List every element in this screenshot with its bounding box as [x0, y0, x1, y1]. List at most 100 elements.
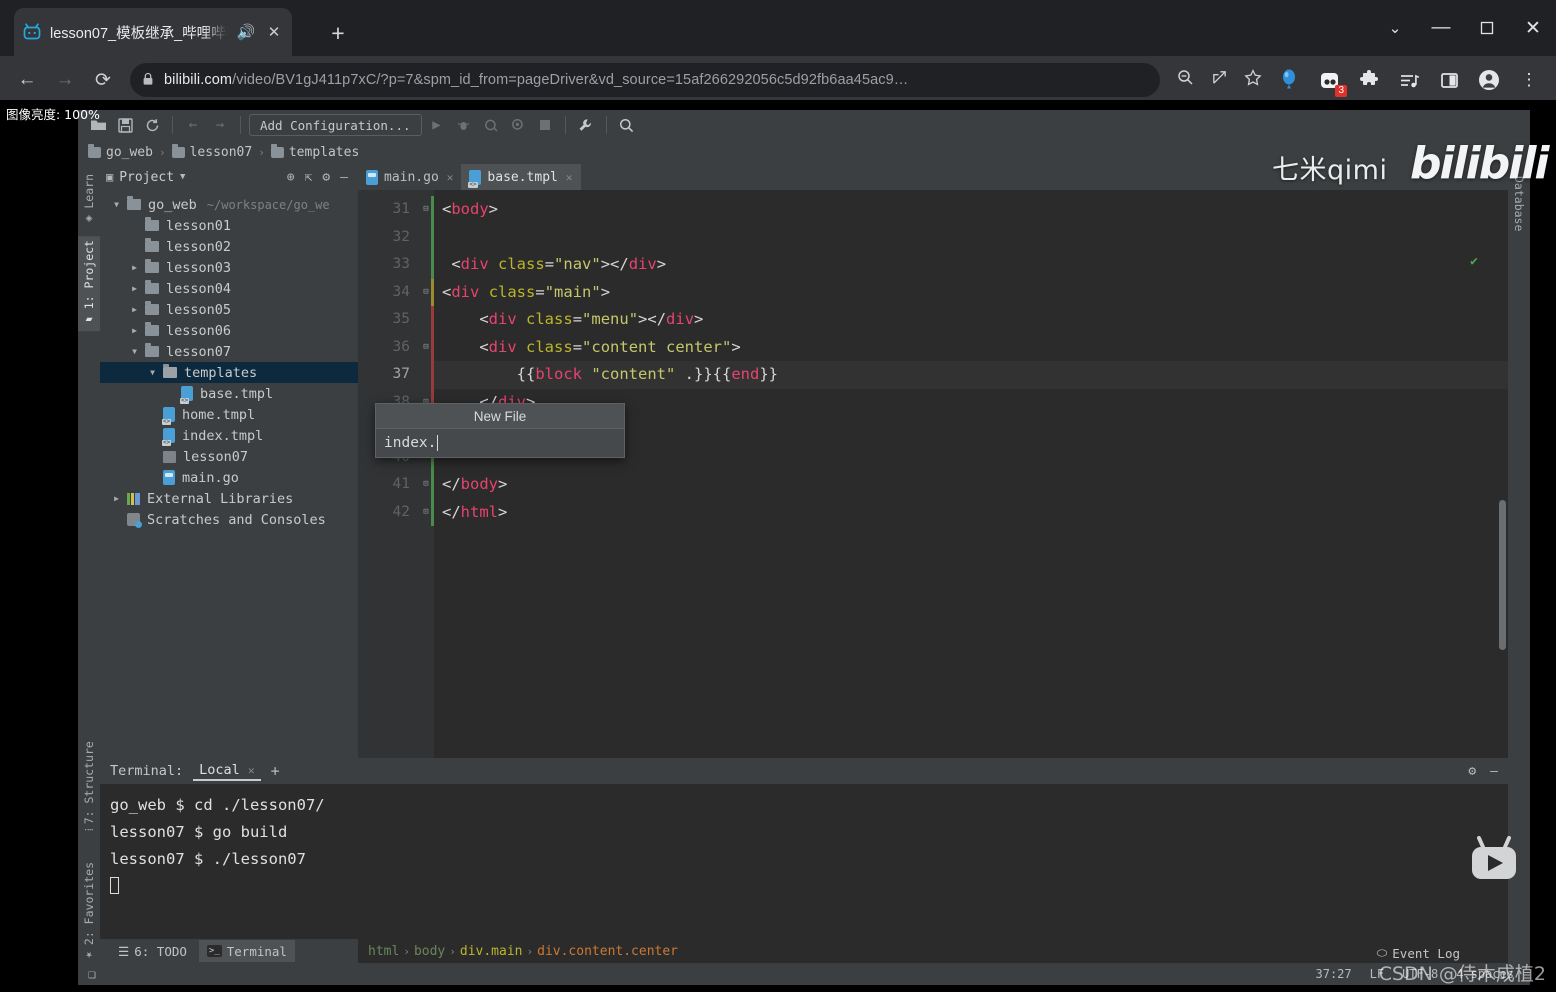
chrome-menu-icon[interactable]: ⋮ [1510, 61, 1548, 99]
back-arrow-icon[interactable]: ← [8, 61, 46, 99]
bottom-tab-todo[interactable]: ☰ 6: TODO [110, 940, 195, 962]
balloon-extension-icon[interactable] [1270, 61, 1308, 99]
settings-gear-icon[interactable]: ⚙ [1468, 764, 1476, 779]
new-file-dialog[interactable]: New File index. [375, 403, 625, 458]
settings-gear-icon[interactable]: ⚙ [322, 170, 330, 185]
maximize-icon[interactable] [1464, 0, 1510, 56]
tree-item-templates[interactable]: ▼ templates [100, 362, 358, 383]
close-icon[interactable]: ✕ [248, 764, 255, 777]
code-line[interactable] [434, 224, 1508, 252]
code-line[interactable]: <body> [434, 196, 1508, 224]
tree-item-lesson06[interactable]: ▶ lesson06 [100, 320, 358, 341]
tree-item-lesson05[interactable]: ▶ lesson05 [100, 299, 358, 320]
close-icon[interactable]: ✕ [566, 171, 573, 184]
editor-scrollbar[interactable] [1499, 500, 1506, 650]
tree-item-home-tmpl[interactable]: home.tmpl [100, 404, 358, 425]
tree-item-lesson03[interactable]: ▶ lesson03 [100, 257, 358, 278]
chevron-right-icon[interactable]: ▶ [128, 263, 141, 272]
run-coverage-icon[interactable] [479, 113, 503, 137]
terminal-tab-local[interactable]: Local ✕ [193, 762, 261, 781]
share-icon[interactable] [1202, 69, 1236, 91]
editor-tab-main-go[interactable]: main.go ✕ [358, 164, 461, 190]
sidebar-item-learn[interactable]: ◈ Learn [78, 170, 100, 231]
layout-toggle-icon[interactable]: ❏ [88, 967, 96, 982]
zoom-out-icon[interactable] [1168, 69, 1202, 91]
tree-item-lesson07[interactable]: lesson07 [100, 446, 358, 467]
tree-item-index-tmpl[interactable]: index.tmpl [100, 425, 358, 446]
browser-tab[interactable]: lesson07_模板继承_哔哩哔哩 🔊 ✕ [14, 8, 292, 56]
back-icon[interactable]: ← [181, 113, 205, 137]
tree-item-scratches-and-consoles[interactable]: Scratches and Consoles [100, 509, 358, 530]
video-stage[interactable]: ← → Add Configuration... ▶ go_web › less… [0, 100, 1556, 992]
profile-icon[interactable] [506, 113, 530, 137]
minimize-icon[interactable]: — [1490, 764, 1498, 779]
code-line[interactable]: <div class="main"> [434, 279, 1508, 307]
chevron-down-icon[interactable]: ▼ [128, 347, 141, 356]
plus-icon[interactable]: + [271, 762, 280, 780]
terminal-output[interactable]: go_web $ cd ./lesson07/ lesson07 $ go bu… [100, 784, 1508, 939]
close-icon[interactable]: ✕ [264, 23, 284, 41]
navbar-crumb-go_web[interactable]: go_web [88, 143, 153, 160]
browser-omnibar: ← → ⟳ bilibili.com/video/BV1gJ411p7xC/?p… [0, 56, 1556, 104]
stop-icon[interactable] [533, 113, 557, 137]
tree-item-lesson04[interactable]: ▶ lesson04 [100, 278, 358, 299]
sync-icon[interactable] [140, 113, 164, 137]
tree-item-go-web[interactable]: ▼ go_web ~/workspace/go_we [100, 194, 358, 215]
run-configuration-selector[interactable]: Add Configuration... [249, 114, 422, 136]
chevron-right-icon[interactable]: ▶ [110, 494, 123, 503]
code-line[interactable]: <div class="content center"> [434, 334, 1508, 362]
code-line[interactable]: {{block "content" .}}{{end}} [434, 361, 1508, 389]
speaker-icon[interactable]: 🔊 [236, 23, 256, 41]
tree-item-base-tmpl[interactable]: base.tmpl [100, 383, 358, 404]
code-line[interactable]: </body> [434, 471, 1508, 499]
code-line[interactable]: <div class="nav"></div> [434, 251, 1508, 279]
media-playlist-icon[interactable] [1390, 61, 1428, 99]
side-panel-icon[interactable] [1430, 61, 1468, 99]
chevron-right-icon[interactable]: ▶ [128, 284, 141, 293]
tree-item-main-go[interactable]: main.go [100, 467, 358, 488]
chevron-down-icon[interactable]: ⌄ [1372, 0, 1418, 56]
build-icon[interactable] [574, 113, 598, 137]
code-line[interactable]: <div class="menu"></div> [434, 306, 1508, 334]
bottom-tab-terminal[interactable]: >_ Terminal [198, 940, 295, 962]
new-file-name-input[interactable]: index. [376, 429, 624, 457]
sidebar-item-project[interactable]: ▰ 1: Project [78, 236, 100, 332]
template-file-icon [468, 169, 482, 188]
screenshot-extension-icon[interactable]: 3 [1310, 61, 1348, 99]
minimize-icon[interactable]: — [1418, 0, 1464, 56]
debug-icon[interactable] [452, 113, 476, 137]
profile-avatar-icon[interactable] [1470, 61, 1508, 99]
locate-icon[interactable]: ⊕ [287, 170, 295, 185]
tree-item-lesson02[interactable]: lesson02 [100, 236, 358, 257]
chevron-right-icon[interactable]: ▶ [128, 305, 141, 314]
editor-tab-base-tmpl[interactable]: base.tmpl ✕ [461, 164, 581, 190]
search-everywhere-icon[interactable] [615, 113, 639, 137]
bookmark-star-icon[interactable] [1236, 68, 1270, 92]
collapse-all-icon[interactable]: ⇱ [305, 170, 313, 185]
close-icon[interactable]: ✕ [1510, 0, 1556, 56]
chevron-down-icon[interactable]: ▼ [110, 200, 123, 209]
forward-icon[interactable]: → [208, 113, 232, 137]
code-line[interactable]: </html> [434, 499, 1508, 527]
reload-icon[interactable]: ⟳ [84, 61, 122, 99]
address-bar[interactable]: bilibili.com/video/BV1gJ411p7xC/?p=7&spm… [130, 63, 1160, 97]
save-icon[interactable] [113, 113, 137, 137]
sidebar-item-favorites[interactable]: ★ 2: Favorites [78, 858, 100, 967]
sidebar-item-structure[interactable]: ⁞ 7: Structure [78, 737, 100, 835]
navbar-crumb-lesson07[interactable]: lesson07 [171, 143, 252, 160]
puzzle-extensions-icon[interactable] [1350, 61, 1388, 99]
new-tab-button[interactable]: + [322, 18, 354, 50]
close-icon[interactable]: ✕ [447, 171, 454, 184]
chevron-down-icon[interactable]: ▼ [180, 172, 185, 182]
forward-arrow-icon[interactable]: → [46, 61, 84, 99]
tree-item-external-libraries[interactable]: ▶ External Libraries [100, 488, 358, 509]
terminal-cursor [110, 877, 119, 894]
tree-item-lesson01[interactable]: lesson01 [100, 215, 358, 236]
navbar-crumb-templates[interactable]: templates [270, 143, 359, 160]
chevron-down-icon[interactable]: ▼ [146, 368, 159, 377]
status-caret-position[interactable]: 37:27 [1316, 967, 1352, 981]
tree-item-lesson07[interactable]: ▼ lesson07 [100, 341, 358, 362]
hide-icon[interactable]: — [340, 170, 348, 185]
chevron-right-icon[interactable]: ▶ [128, 326, 141, 335]
run-icon[interactable]: ▶ [425, 113, 449, 137]
